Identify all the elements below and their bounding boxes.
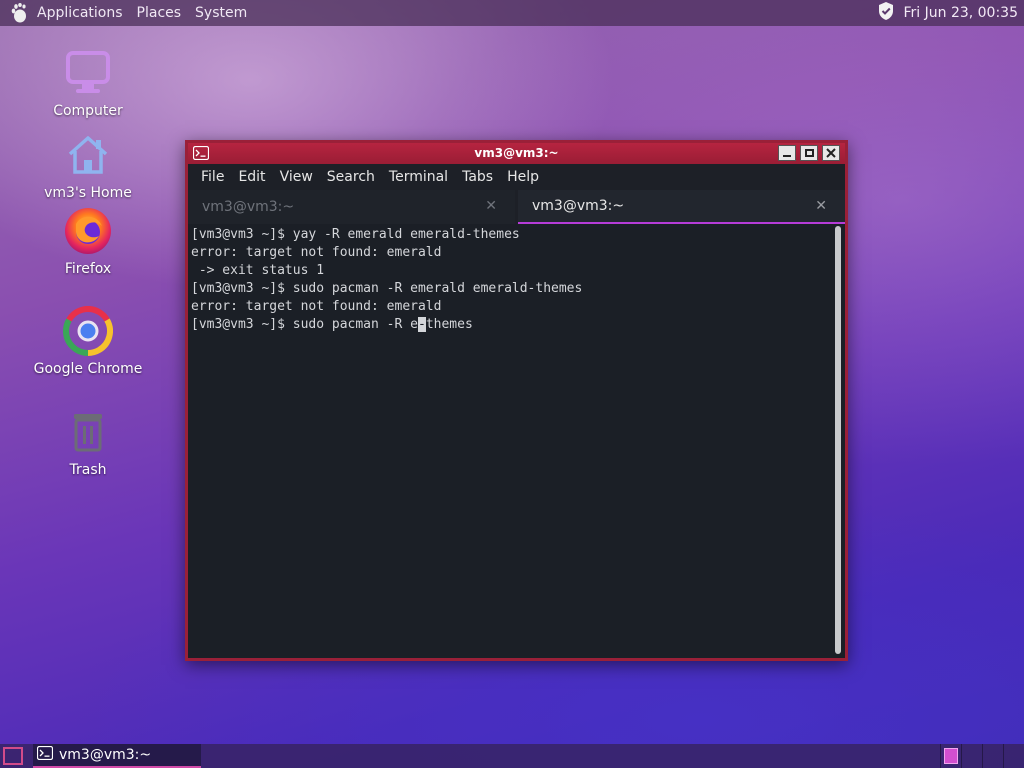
terminal-tabbar: vm3@vm3:~ ✕ vm3@vm3:~ ✕ <box>188 190 845 224</box>
tab-label: vm3@vm3:~ <box>202 199 295 215</box>
input-before-cursor: [vm3@vm3 ~]$ sudo pacman -R e <box>191 317 418 332</box>
home-folder-icon <box>60 127 116 183</box>
terminal-task-icon <box>36 745 54 764</box>
gnome-foot-icon[interactable] <box>8 2 30 24</box>
desktop-icon-home[interactable]: vm3's Home <box>33 127 143 201</box>
chrome-icon <box>60 303 116 359</box>
shield-icon[interactable] <box>877 1 895 25</box>
show-desktop-button[interactable] <box>3 747 23 765</box>
terminal-menubar: File Edit View Search Terminal Tabs Help <box>188 164 845 190</box>
window-titlebar[interactable]: vm3@vm3:~ <box>188 143 845 164</box>
taskbar-window-button[interactable]: vm3@vm3:~ <box>33 744 201 768</box>
workspace-3[interactable] <box>982 744 1003 768</box>
input-after-cursor: themes <box>425 317 473 332</box>
terminal-line: error: target not found: emerald <box>191 299 442 314</box>
applications-menu[interactable]: Applications <box>30 5 130 21</box>
tab-close-icon[interactable]: ✕ <box>485 198 497 214</box>
places-menu[interactable]: Places <box>130 5 189 21</box>
firefox-icon <box>60 203 116 259</box>
maximize-icon <box>804 149 814 157</box>
workspace-4[interactable] <box>1003 744 1024 768</box>
close-button[interactable] <box>822 145 840 161</box>
trash-icon <box>60 404 116 460</box>
desktop-icon-trash[interactable]: Trash <box>33 404 143 478</box>
menu-terminal[interactable]: Terminal <box>382 169 455 185</box>
desktop-icon-label: Firefox <box>64 261 112 277</box>
terminal-input-line[interactable]: [vm3@vm3 ~]$ sudo pacman -R e-themes <box>191 316 833 334</box>
menu-file[interactable]: File <box>194 169 231 185</box>
top-panel-right: Fri Jun 23, 00:35 <box>877 0 1018 26</box>
close-icon <box>826 148 836 158</box>
terminal-line: error: target not found: emerald <box>191 245 442 260</box>
terminal-output[interactable]: [vm3@vm3 ~]$ yay -R emerald emerald-them… <box>188 224 833 658</box>
bottom-panel: vm3@vm3:~ <box>0 744 1024 768</box>
terminal-window: vm3@vm3:~ File Edit View Search Terminal… <box>185 140 848 661</box>
menu-search[interactable]: Search <box>320 169 382 185</box>
menu-view[interactable]: View <box>273 169 320 185</box>
menu-help[interactable]: Help <box>500 169 546 185</box>
system-menu[interactable]: System <box>188 5 254 21</box>
text-cursor: - <box>417 317 426 332</box>
minimize-icon <box>783 155 791 157</box>
desktop-icon-label: vm3's Home <box>44 185 132 201</box>
tab-close-icon[interactable]: ✕ <box>815 198 827 214</box>
menu-tabs[interactable]: Tabs <box>455 169 500 185</box>
minimize-button[interactable] <box>778 145 796 161</box>
tab-label: vm3@vm3:~ <box>532 198 625 214</box>
workspace-2[interactable] <box>961 744 982 768</box>
computer-icon <box>60 45 116 101</box>
taskbar-window-label: vm3@vm3:~ <box>59 747 152 763</box>
desktop-icon-label: Computer <box>53 103 123 119</box>
desktop-icon-computer[interactable]: Computer <box>33 45 143 119</box>
desktop-icon-label: Trash <box>69 462 107 478</box>
clock[interactable]: Fri Jun 23, 00:35 <box>903 5 1018 21</box>
window-title: vm3@vm3:~ <box>474 146 559 160</box>
top-panel: Applications Places System Fri Jun 23, 0… <box>0 0 1024 26</box>
menu-edit[interactable]: Edit <box>231 169 272 185</box>
workspace-1[interactable] <box>940 744 961 768</box>
desktop-icon-chrome[interactable]: Google Chrome <box>33 303 143 377</box>
desktop-icon-firefox[interactable]: Firefox <box>33 203 143 277</box>
terminal-line: [vm3@vm3 ~]$ sudo pacman -R emerald emer… <box>191 281 583 296</box>
terminal-line: [vm3@vm3 ~]$ yay -R emerald emerald-them… <box>191 227 520 242</box>
desktop-icon-label: Google Chrome <box>33 361 143 377</box>
terminal-scrollbar[interactable] <box>835 226 841 654</box>
maximize-button[interactable] <box>800 145 818 161</box>
terminal-line: -> exit status 1 <box>191 263 325 278</box>
workspace-switcher <box>940 744 1024 768</box>
tab-2[interactable]: vm3@vm3:~ ✕ <box>518 190 845 224</box>
tab-1[interactable]: vm3@vm3:~ ✕ <box>188 190 515 224</box>
